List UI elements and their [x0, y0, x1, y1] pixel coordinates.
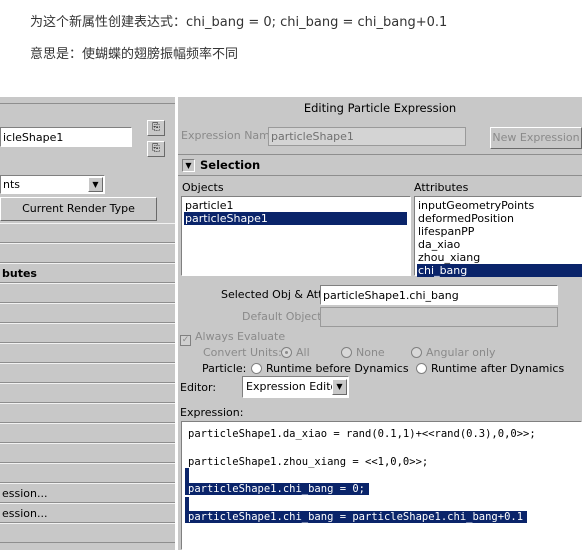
attribute-item[interactable]: zhou_xiang — [417, 251, 480, 264]
radio-icon — [416, 363, 427, 374]
always-evaluate-row[interactable]: ✓ Always Evaluate — [180, 330, 285, 346]
attribute-item-selected[interactable]: chi_bang — [417, 264, 582, 277]
divider — [178, 175, 582, 176]
default-object-field[interactable] — [320, 307, 558, 327]
chevron-down-icon[interactable]: ▼ — [332, 379, 347, 395]
convert-none-radio[interactable]: None — [341, 346, 385, 359]
radio-icon — [251, 363, 262, 374]
particle-label: Particle: — [202, 362, 247, 375]
attributes-list[interactable]: inputGeometryPoints deformedPosition lif… — [414, 196, 582, 277]
code-line: particleShape1.da_xiao = rand(0.1,1)+<<r… — [188, 428, 536, 440]
expression-row-2[interactable]: ession... — [0, 503, 175, 523]
left-row — [0, 323, 175, 343]
intro-line-1: 为这个新属性创建表达式：chi_bang = 0; chi_bang = chi… — [30, 15, 448, 30]
selection-highlight — [185, 497, 189, 511]
editor-dropdown[interactable]: Expression Editor ▼ — [242, 376, 349, 398]
selection-highlight — [185, 468, 189, 484]
display-dropdown[interactable]: nts ▼ — [0, 175, 105, 194]
default-object-label: Default Object — [242, 310, 322, 323]
left-row — [0, 343, 175, 363]
convert-units-label: Convert Units: — [203, 346, 282, 359]
new-expression-button[interactable]: New Expression — [490, 127, 582, 149]
left-row — [0, 423, 175, 443]
code-line-selected: particleShape1.chi_bang = particleShape1… — [185, 511, 528, 523]
left-row — [0, 463, 175, 483]
expression-name-label: Expression Name — [181, 129, 277, 142]
objects-label: Objects — [182, 181, 224, 194]
current-render-type-button[interactable]: Current Render Type — [0, 197, 157, 221]
expression-editor: Editing Particle Expression Expression N… — [178, 97, 582, 550]
left-row — [0, 303, 175, 323]
attributes-label: Attributes — [414, 181, 469, 194]
runtime-after-radio[interactable]: Runtime after Dynamics — [416, 362, 564, 375]
left-row — [0, 443, 175, 463]
presets-icon[interactable]: ⎘ — [147, 141, 165, 157]
selected-obj-attr-field[interactable]: particleShape1.chi_bang — [320, 285, 558, 305]
left-row — [0, 223, 175, 243]
attribute-item[interactable]: da_xiao — [417, 238, 460, 251]
object-item-particleshape1[interactable]: particleShape1 — [184, 212, 407, 225]
expression-name-field[interactable]: particleShape1 — [268, 127, 466, 146]
focus-icon[interactable]: ⎘ — [147, 120, 165, 136]
attribute-item[interactable]: deformedPosition — [417, 212, 514, 225]
attribute-editor-panel: icleShape1 ⎘ ⎘ nts ▼ Current Render Type… — [0, 97, 175, 550]
radio-icon — [341, 347, 352, 358]
intro-line-2: 意思是：使蝴蝶的翅膀振幅频率不同 — [30, 47, 239, 62]
selected-obj-attr-label: Selected Obj & Attr — [221, 288, 327, 301]
node-name-field[interactable]: icleShape1 — [0, 127, 132, 147]
current-render-type-label: Current Render Type — [22, 202, 135, 215]
runtime-before-radio[interactable]: Runtime before Dynamics — [251, 362, 409, 375]
display-dropdown-value: nts — [3, 178, 21, 191]
attributes-section-header[interactable]: butes — [0, 263, 175, 283]
divider — [178, 154, 582, 155]
tab-strip — [0, 97, 175, 104]
object-item-particle1[interactable]: particle1 — [184, 199, 234, 212]
expression-label: Expression: — [180, 406, 244, 419]
radio-icon — [411, 347, 422, 358]
left-row — [0, 283, 175, 303]
convert-all-radio[interactable]: All — [281, 346, 310, 359]
radio-icon — [281, 347, 292, 358]
left-row — [0, 243, 175, 263]
objects-list[interactable]: particle1 particleShape1 — [181, 196, 411, 276]
code-line-selected: particleShape1.chi_bang = 0; — [185, 483, 370, 495]
code-line: particleShape1.zhou_xiang = <<1,0,0>>; — [188, 456, 429, 468]
left-row — [0, 383, 175, 403]
left-row — [0, 363, 175, 383]
editor-label: Editor: — [180, 381, 217, 394]
chevron-down-icon[interactable]: ▼ — [88, 177, 103, 192]
left-row — [0, 403, 175, 423]
convert-angular-radio[interactable]: Angular only — [411, 346, 496, 359]
checkbox-icon[interactable]: ✓ — [180, 335, 191, 346]
expression-row-1[interactable]: ession... — [0, 483, 175, 503]
attribute-item[interactable]: lifespanPP — [417, 225, 474, 238]
collapse-arrow-icon[interactable]: ▼ — [182, 159, 195, 172]
left-row — [0, 523, 175, 543]
editor-title: Editing Particle Expression — [303, 101, 457, 115]
node-name-value: icleShape1 — [3, 131, 64, 144]
attribute-item[interactable]: inputGeometryPoints — [417, 199, 534, 212]
selection-header[interactable]: Selection — [200, 158, 260, 172]
watermark: MAYA学习巴 [www.lineeg.com/tieba/1800] — [278, 529, 524, 542]
